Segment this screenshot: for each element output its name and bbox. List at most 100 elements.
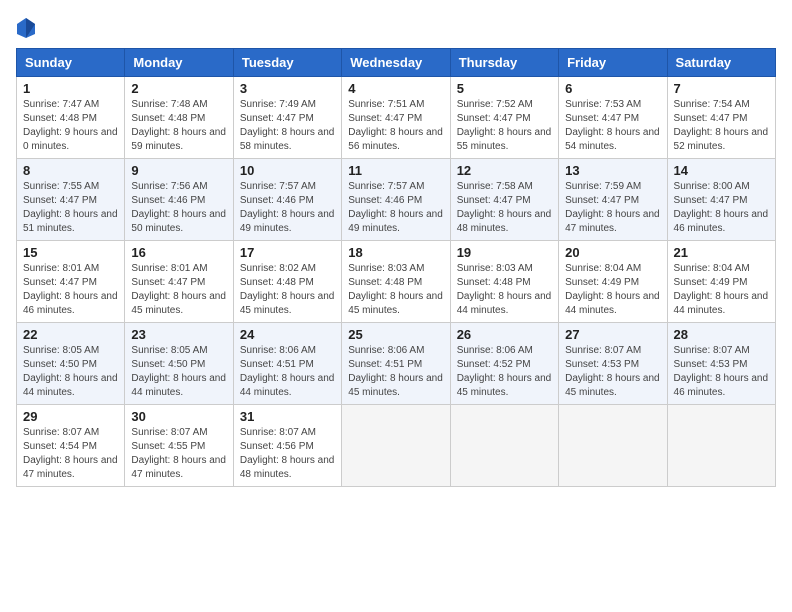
table-row: 10 Sunrise: 7:57 AM Sunset: 4:46 PM Dayl… [233, 159, 341, 241]
table-row: 31 Sunrise: 8:07 AM Sunset: 4:56 PM Dayl… [233, 405, 341, 487]
day-info: Sunrise: 7:57 AM Sunset: 4:46 PM Dayligh… [240, 180, 335, 236]
table-row: 8 Sunrise: 7:55 AM Sunset: 4:47 PM Dayli… [17, 159, 125, 241]
table-row: 15 Sunrise: 8:01 AM Sunset: 4:47 PM Dayl… [17, 241, 125, 323]
table-row: 20 Sunrise: 8:04 AM Sunset: 4:49 PM Dayl… [559, 241, 667, 323]
table-row: 27 Sunrise: 8:07 AM Sunset: 4:53 PM Dayl… [559, 323, 667, 405]
day-info: Sunrise: 7:58 AM Sunset: 4:47 PM Dayligh… [457, 180, 552, 236]
day-number: 21 [674, 245, 769, 260]
day-info: Sunrise: 8:06 AM Sunset: 4:51 PM Dayligh… [348, 344, 443, 400]
table-row: 11 Sunrise: 7:57 AM Sunset: 4:46 PM Dayl… [342, 159, 450, 241]
day-info: Sunrise: 8:07 AM Sunset: 4:56 PM Dayligh… [240, 426, 335, 482]
table-row: 21 Sunrise: 8:04 AM Sunset: 4:49 PM Dayl… [667, 241, 775, 323]
day-info: Sunrise: 8:00 AM Sunset: 4:47 PM Dayligh… [674, 180, 769, 236]
table-row: 23 Sunrise: 8:05 AM Sunset: 4:50 PM Dayl… [125, 323, 233, 405]
day-number: 27 [565, 327, 660, 342]
table-row: 28 Sunrise: 8:07 AM Sunset: 4:53 PM Dayl… [667, 323, 775, 405]
table-row: 18 Sunrise: 8:03 AM Sunset: 4:48 PM Dayl… [342, 241, 450, 323]
table-row [342, 405, 450, 487]
table-row: 24 Sunrise: 8:06 AM Sunset: 4:51 PM Dayl… [233, 323, 341, 405]
day-info: Sunrise: 7:55 AM Sunset: 4:47 PM Dayligh… [23, 180, 118, 236]
header-friday: Friday [559, 49, 667, 77]
table-row: 7 Sunrise: 7:54 AM Sunset: 4:47 PM Dayli… [667, 77, 775, 159]
day-info: Sunrise: 8:06 AM Sunset: 4:52 PM Dayligh… [457, 344, 552, 400]
day-number: 13 [565, 163, 660, 178]
day-info: Sunrise: 7:57 AM Sunset: 4:46 PM Dayligh… [348, 180, 443, 236]
day-number: 30 [131, 409, 226, 424]
calendar-row: 22 Sunrise: 8:05 AM Sunset: 4:50 PM Dayl… [17, 323, 776, 405]
header-saturday: Saturday [667, 49, 775, 77]
day-number: 8 [23, 163, 118, 178]
day-info: Sunrise: 8:03 AM Sunset: 4:48 PM Dayligh… [457, 262, 552, 318]
table-row: 25 Sunrise: 8:06 AM Sunset: 4:51 PM Dayl… [342, 323, 450, 405]
day-info: Sunrise: 8:04 AM Sunset: 4:49 PM Dayligh… [674, 262, 769, 318]
day-info: Sunrise: 7:48 AM Sunset: 4:48 PM Dayligh… [131, 98, 226, 154]
table-row: 4 Sunrise: 7:51 AM Sunset: 4:47 PM Dayli… [342, 77, 450, 159]
day-info: Sunrise: 7:51 AM Sunset: 4:47 PM Dayligh… [348, 98, 443, 154]
day-info: Sunrise: 8:01 AM Sunset: 4:47 PM Dayligh… [131, 262, 226, 318]
header-thursday: Thursday [450, 49, 558, 77]
day-number: 2 [131, 81, 226, 96]
day-info: Sunrise: 7:54 AM Sunset: 4:47 PM Dayligh… [674, 98, 769, 154]
day-info: Sunrise: 7:47 AM Sunset: 4:48 PM Dayligh… [23, 98, 118, 154]
table-row [667, 405, 775, 487]
table-row: 17 Sunrise: 8:02 AM Sunset: 4:48 PM Dayl… [233, 241, 341, 323]
day-number: 1 [23, 81, 118, 96]
header-tuesday: Tuesday [233, 49, 341, 77]
header [16, 16, 776, 38]
table-row: 5 Sunrise: 7:52 AM Sunset: 4:47 PM Dayli… [450, 77, 558, 159]
table-row: 9 Sunrise: 7:56 AM Sunset: 4:46 PM Dayli… [125, 159, 233, 241]
table-row: 2 Sunrise: 7:48 AM Sunset: 4:48 PM Dayli… [125, 77, 233, 159]
day-number: 26 [457, 327, 552, 342]
day-info: Sunrise: 8:03 AM Sunset: 4:48 PM Dayligh… [348, 262, 443, 318]
day-info: Sunrise: 7:52 AM Sunset: 4:47 PM Dayligh… [457, 98, 552, 154]
table-row: 29 Sunrise: 8:07 AM Sunset: 4:54 PM Dayl… [17, 405, 125, 487]
logo [16, 16, 36, 38]
header-sunday: Sunday [17, 49, 125, 77]
table-row: 6 Sunrise: 7:53 AM Sunset: 4:47 PM Dayli… [559, 77, 667, 159]
day-info: Sunrise: 8:05 AM Sunset: 4:50 PM Dayligh… [23, 344, 118, 400]
day-number: 10 [240, 163, 335, 178]
day-number: 4 [348, 81, 443, 96]
day-info: Sunrise: 7:59 AM Sunset: 4:47 PM Dayligh… [565, 180, 660, 236]
day-number: 6 [565, 81, 660, 96]
day-number: 31 [240, 409, 335, 424]
day-number: 15 [23, 245, 118, 260]
table-row: 14 Sunrise: 8:00 AM Sunset: 4:47 PM Dayl… [667, 159, 775, 241]
day-info: Sunrise: 7:53 AM Sunset: 4:47 PM Dayligh… [565, 98, 660, 154]
day-number: 12 [457, 163, 552, 178]
calendar-row: 29 Sunrise: 8:07 AM Sunset: 4:54 PM Dayl… [17, 405, 776, 487]
day-number: 14 [674, 163, 769, 178]
calendar-row: 15 Sunrise: 8:01 AM Sunset: 4:47 PM Dayl… [17, 241, 776, 323]
calendar-row: 8 Sunrise: 7:55 AM Sunset: 4:47 PM Dayli… [17, 159, 776, 241]
day-number: 5 [457, 81, 552, 96]
calendar-row: 1 Sunrise: 7:47 AM Sunset: 4:48 PM Dayli… [17, 77, 776, 159]
table-row [450, 405, 558, 487]
table-row: 13 Sunrise: 7:59 AM Sunset: 4:47 PM Dayl… [559, 159, 667, 241]
day-info: Sunrise: 7:56 AM Sunset: 4:46 PM Dayligh… [131, 180, 226, 236]
day-info: Sunrise: 8:04 AM Sunset: 4:49 PM Dayligh… [565, 262, 660, 318]
calendar: Sunday Monday Tuesday Wednesday Thursday… [16, 48, 776, 487]
table-row: 19 Sunrise: 8:03 AM Sunset: 4:48 PM Dayl… [450, 241, 558, 323]
table-row [559, 405, 667, 487]
table-row: 22 Sunrise: 8:05 AM Sunset: 4:50 PM Dayl… [17, 323, 125, 405]
day-number: 18 [348, 245, 443, 260]
table-row: 1 Sunrise: 7:47 AM Sunset: 4:48 PM Dayli… [17, 77, 125, 159]
day-info: Sunrise: 8:01 AM Sunset: 4:47 PM Dayligh… [23, 262, 118, 318]
day-number: 9 [131, 163, 226, 178]
day-number: 16 [131, 245, 226, 260]
day-number: 28 [674, 327, 769, 342]
day-info: Sunrise: 8:07 AM Sunset: 4:53 PM Dayligh… [565, 344, 660, 400]
day-number: 7 [674, 81, 769, 96]
weekday-header-row: Sunday Monday Tuesday Wednesday Thursday… [17, 49, 776, 77]
day-number: 25 [348, 327, 443, 342]
table-row: 16 Sunrise: 8:01 AM Sunset: 4:47 PM Dayl… [125, 241, 233, 323]
day-number: 22 [23, 327, 118, 342]
day-info: Sunrise: 8:02 AM Sunset: 4:48 PM Dayligh… [240, 262, 335, 318]
day-number: 11 [348, 163, 443, 178]
header-wednesday: Wednesday [342, 49, 450, 77]
day-number: 17 [240, 245, 335, 260]
table-row: 3 Sunrise: 7:49 AM Sunset: 4:47 PM Dayli… [233, 77, 341, 159]
day-number: 23 [131, 327, 226, 342]
day-number: 3 [240, 81, 335, 96]
table-row: 26 Sunrise: 8:06 AM Sunset: 4:52 PM Dayl… [450, 323, 558, 405]
